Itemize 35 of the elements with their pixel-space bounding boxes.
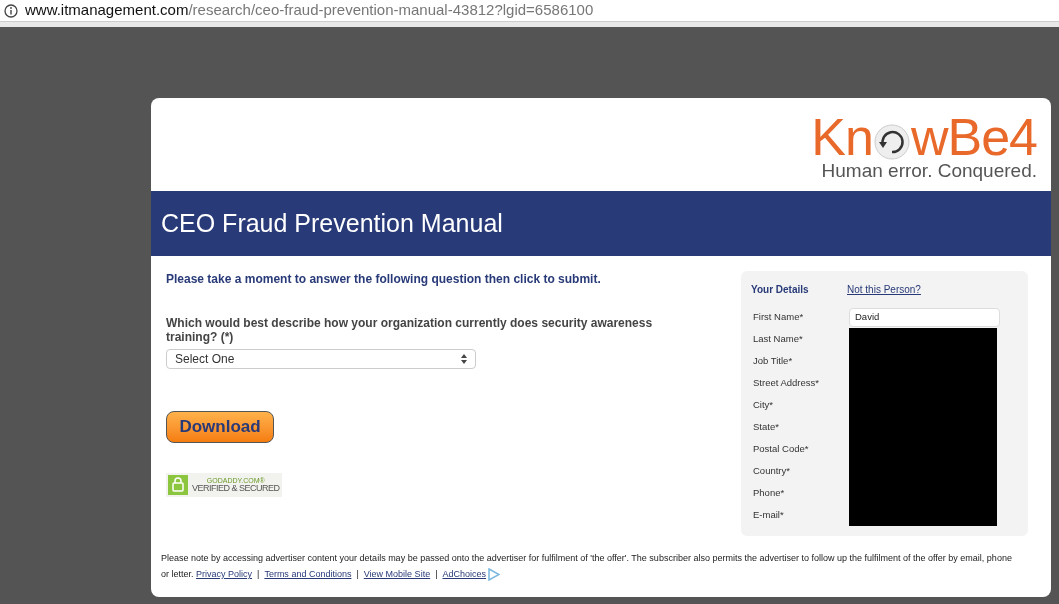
footer-link[interactable]: Privacy Policy: [196, 569, 253, 579]
footer-link[interactable]: Terms and Conditions: [264, 569, 352, 579]
details-title: Your Details: [751, 282, 810, 297]
field-label: State*: [752, 419, 780, 434]
field-label: Job Title*: [752, 353, 794, 368]
footer-note: Please note by accessing advertiser content your details may be passed onto the advertiser for fulfilment of 'the offer'. The subscriber also permits the advertiser to follow up the fulfilment of the offer by email, phone or letter. Privacy Policy | Terms and Conditions | View Mobile Site | AdChoices: [161, 550, 1021, 582]
field-label: Last Name*: [752, 331, 804, 346]
separator: |: [356, 569, 359, 579]
adchoices-icon[interactable]: [488, 568, 500, 582]
updown-icon: [461, 354, 467, 364]
field-label: Phone*: [752, 485, 786, 500]
not-this-person-link[interactable]: Not this Person?: [847, 281, 921, 297]
seal-bottom-text: VERIFIED & SECURED: [192, 484, 280, 493]
footer-link[interactable]: AdChoices: [442, 569, 486, 579]
field-label: Country*: [752, 463, 791, 478]
field-label: Postal Code*: [752, 441, 810, 456]
separator: |: [435, 569, 438, 579]
banner-title: CEO Fraud Prevention Manual: [161, 207, 503, 239]
field-label: City*: [752, 397, 775, 412]
input-field[interactable]: David: [849, 307, 1000, 327]
footer-link[interactable]: View Mobile Site: [363, 569, 431, 579]
redacted-field[interactable]: [849, 504, 997, 526]
info-icon: [4, 3, 18, 18]
logo-tagline: Human error. Conquered.: [821, 160, 1037, 182]
select-dropdown[interactable]: Select One: [166, 349, 476, 369]
question-label: Which would best describe how your organization currently does security awareness training? (*): [166, 316, 654, 344]
padlock-icon: [168, 475, 188, 495]
redacted-field[interactable]: [849, 328, 997, 350]
download-button[interactable]: Download: [166, 411, 274, 443]
field-label: First Name*: [752, 309, 805, 324]
intro-text: Please take a moment to answer the following question then click to submit.: [166, 271, 602, 288]
field-label: E-mail*: [752, 507, 785, 522]
logo: Kn wBe4: [811, 112, 1037, 162]
separator: |: [257, 569, 260, 579]
field-label: Street Address*: [752, 375, 820, 390]
